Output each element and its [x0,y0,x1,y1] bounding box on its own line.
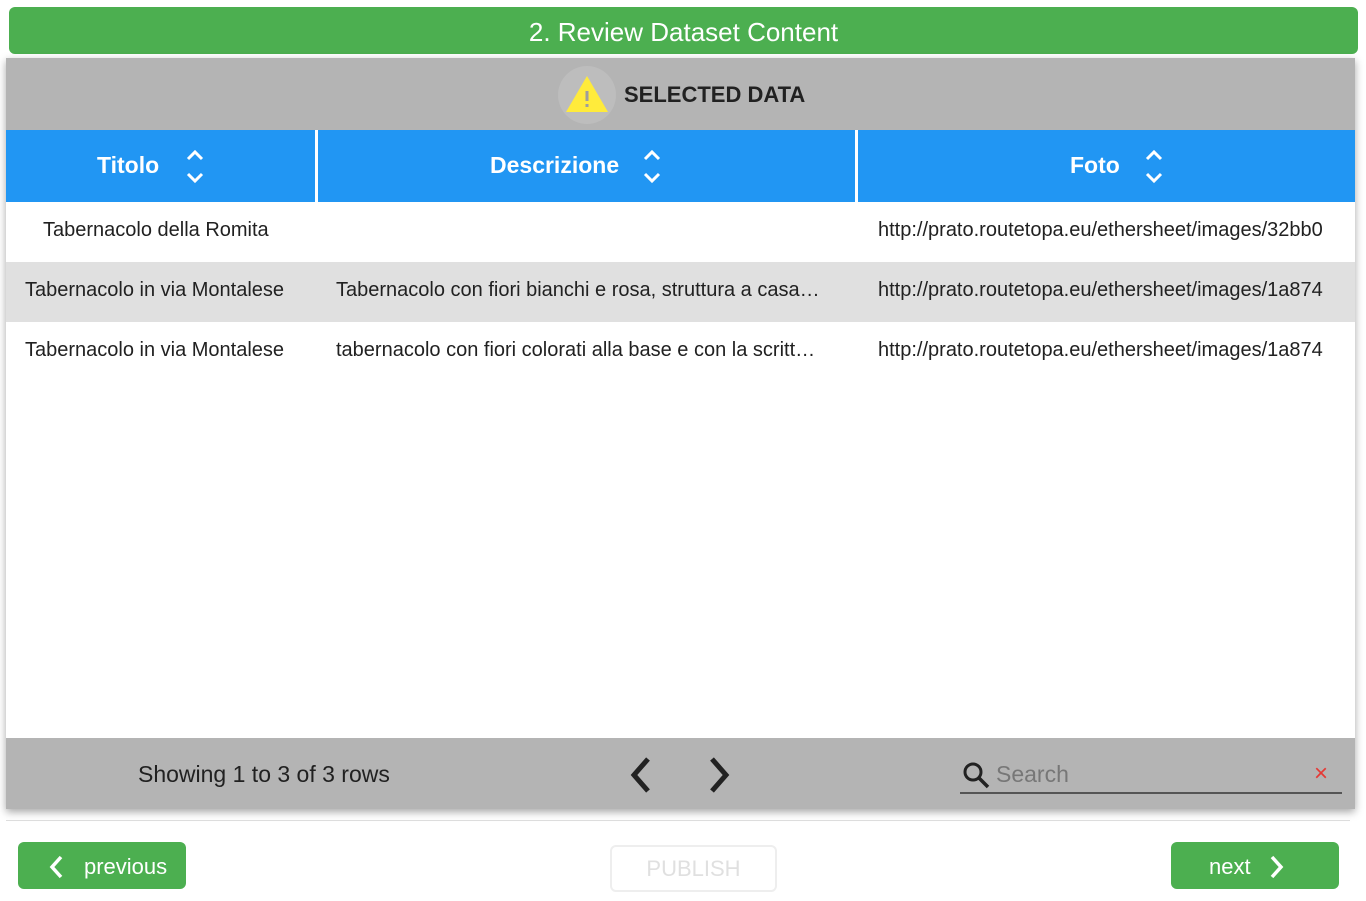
cell-descrizione: tabernacolo con fiori colorati alla base… [336,339,816,361]
cell-titolo: Tabernacolo della Romita [43,219,269,241]
sort-icon[interactable] [641,147,663,187]
publish-button[interactable]: PUBLISH [610,845,777,892]
warning-icon [558,66,616,124]
previous-button[interactable]: previous [18,842,186,889]
pagination-info: Showing 1 to 3 of 3 rows [138,761,390,787]
table-footer: Showing 1 to 3 of 3 rows × [6,738,1355,809]
chevron-right-icon[interactable] [704,756,734,794]
panel-toolbar: SELECTED DATA [6,58,1355,130]
chevron-left-icon [49,855,63,879]
table-row[interactable]: Tabernacolo in via Montalese Tabernacolo… [6,262,1355,322]
step-title: 2. Review Dataset Content [9,7,1358,54]
sort-icon[interactable] [1143,147,1165,187]
previous-label: previous [84,854,168,879]
column-header-foto[interactable]: Foto [858,130,1355,202]
clear-icon[interactable]: × [1314,760,1328,788]
table-row[interactable]: Tabernacolo in via Montalese tabernacolo… [6,322,1355,382]
cell-descrizione: Tabernacolo con fiori bianchi e rosa, st… [336,279,820,301]
next-button[interactable]: next [1171,842,1339,889]
search-field: × [960,756,1342,794]
sort-icon[interactable] [184,147,206,187]
chevron-right-icon [1270,855,1284,879]
table-header: Titolo Descrizione Foto [6,130,1355,202]
cell-titolo: Tabernacolo in via Montalese [25,339,285,361]
cell-foto[interactable]: http://prato.routetopa.eu/ethersheet/ima… [878,279,1355,302]
cell-foto[interactable]: http://prato.routetopa.eu/ethersheet/ima… [878,339,1355,362]
column-header-label: Titolo [97,152,160,178]
next-label: next [1209,854,1251,879]
chevron-left-icon[interactable] [626,756,656,794]
column-header-label: Foto [1070,152,1120,178]
column-header-titolo[interactable]: Titolo [6,130,315,202]
column-header-descrizione[interactable]: Descrizione [318,130,855,202]
selected-data-panel: SELECTED DATA Titolo Descrizione Foto Ta… [6,58,1355,809]
divider [6,820,1350,821]
cell-foto[interactable]: http://prato.routetopa.eu/ethersheet/ima… [878,219,1355,242]
table-row[interactable]: Tabernacolo della Romita http://prato.ro… [6,202,1355,262]
search-icon [963,762,990,789]
panel-title: SELECTED DATA [624,82,806,107]
column-header-label: Descrizione [490,152,620,178]
cell-titolo: Tabernacolo in via Montalese [25,279,285,301]
search-input[interactable] [994,758,1298,790]
